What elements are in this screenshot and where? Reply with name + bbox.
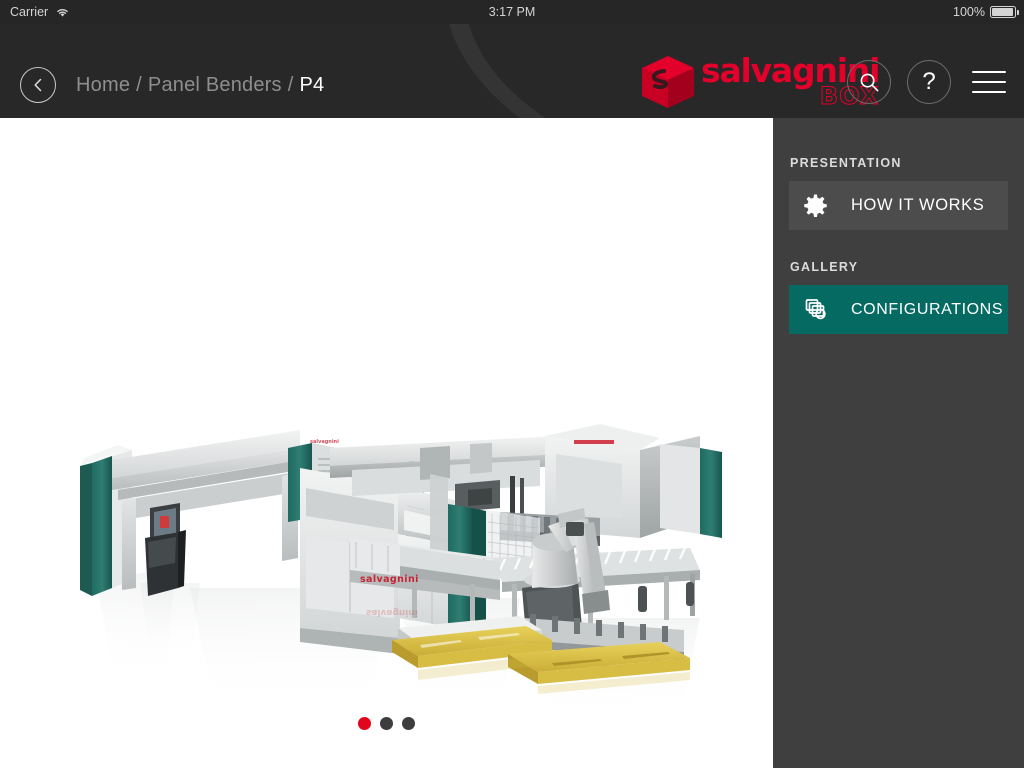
status-bar-time: 3:17 PM xyxy=(488,5,536,19)
breadcrumb-item-panel-benders[interactable]: Panel Benders xyxy=(148,74,282,97)
battery-percent-label: 100% xyxy=(953,5,985,19)
svg-text:salvagnini: salvagnini xyxy=(360,574,419,585)
carousel-pagination xyxy=(0,717,773,730)
svg-text:salvagnini: salvagnini xyxy=(366,607,418,617)
help-button[interactable]: ? xyxy=(907,60,951,104)
help-icon: ? xyxy=(922,68,936,95)
battery-full-icon xyxy=(990,6,1019,18)
carousel-dot-2[interactable] xyxy=(380,717,393,730)
hamburger-menu-icon[interactable] xyxy=(972,71,1006,93)
sidebar-button-how-it-works[interactable]: HOW IT WORKS xyxy=(789,181,1008,230)
breadcrumb-item-current: P4 xyxy=(299,73,325,96)
sidebar-button-label-how-it-works: HOW IT WORKS xyxy=(851,196,985,214)
product-image-stage[interactable]: salvagnini salvagnini salvagnini xyxy=(0,118,773,768)
gear-icon xyxy=(803,193,843,218)
product-image: salvagnini salvagnini salvagnini xyxy=(80,424,722,718)
sidebar-section-label-presentation: PRESENTATION xyxy=(790,156,902,170)
header-actions: ? xyxy=(847,60,1006,104)
breadcrumb-separator: / xyxy=(136,73,142,96)
sidebar-section-label-gallery: GALLERY xyxy=(790,260,859,274)
breadcrumb-separator: / xyxy=(287,73,294,96)
back-button[interactable] xyxy=(20,67,56,103)
salvagnini-cube-logo-icon xyxy=(642,56,694,108)
sidebar: PRESENTATION HOW IT WORKS GALLERY CONFIG… xyxy=(773,118,1024,768)
search-icon xyxy=(860,73,878,91)
sidebar-button-configurations[interactable]: CONFIGURATIONS xyxy=(789,285,1008,334)
svg-text:salvagnini: salvagnini xyxy=(310,439,339,445)
sidebar-button-label-configurations: CONFIGURATIONS xyxy=(851,300,1004,318)
app-header: Home / Panel Benders / P4 salvagnini BOX xyxy=(0,24,1024,118)
breadcrumb: Home / Panel Benders / P4 xyxy=(76,68,324,102)
status-bar-right: 100% xyxy=(953,0,1019,24)
layers-gallery-icon xyxy=(803,297,843,323)
app-root: Carrier 3:17 PM 100% Home / Panel Bender… xyxy=(0,0,1024,768)
chevron-left-icon xyxy=(34,78,42,92)
status-bar: Carrier 3:17 PM 100% xyxy=(0,0,1024,24)
salvagnini-box-logo: salvagnini BOX xyxy=(639,54,880,110)
search-button[interactable] xyxy=(847,60,891,104)
breadcrumb-item-home[interactable]: Home xyxy=(76,74,130,97)
carousel-dot-3[interactable] xyxy=(402,717,415,730)
carousel-dot-1[interactable] xyxy=(358,717,371,730)
